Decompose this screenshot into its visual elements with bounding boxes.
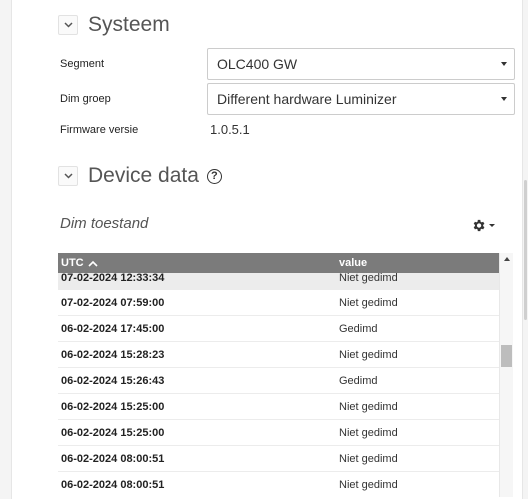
value-cell: Niet gedimd (339, 349, 398, 361)
value-cell: Niet gedimd (339, 272, 398, 284)
collapse-chevron-icon[interactable] (58, 15, 78, 35)
value-column-header[interactable]: value (339, 257, 367, 269)
grid-header: UTC value (58, 253, 499, 273)
scroll-up-arrow-icon[interactable] (504, 257, 510, 261)
utc-cell: 06-02-2024 08:00:51 (61, 479, 165, 491)
systeem-section-header[interactable]: Systeem (58, 13, 170, 37)
dim-groep-select-value: Different hardware Luminizer (217, 91, 397, 107)
dim-groep-select[interactable]: Different hardware Luminizer (207, 83, 515, 115)
segment-label: Segment (60, 58, 105, 70)
utc-column-header[interactable]: UTC (61, 257, 98, 269)
segment-select-value: OLC400 GW (217, 56, 298, 72)
table-row[interactable]: 06-02-2024 15:25:00 Niet gedimd (58, 394, 499, 420)
value-cell: Niet gedimd (339, 453, 398, 465)
page-scrollbar-thumb[interactable] (524, 180, 527, 320)
grid-scrollbar-thumb[interactable] (501, 345, 512, 367)
caret-down-icon (501, 97, 507, 101)
dim-groep-label: Dim groep (60, 93, 111, 105)
segment-select[interactable]: OLC400 GW (207, 48, 515, 80)
grid-scrollbar[interactable] (499, 253, 513, 497)
caret-down-icon (489, 224, 495, 227)
firmware-value: 1.0.5.1 (210, 122, 250, 137)
table-row[interactable]: 06-02-2024 15:26:43 Gedimd (58, 368, 499, 394)
utc-cell: 06-02-2024 15:25:00 (61, 427, 165, 439)
value-cell: Niet gedimd (339, 401, 398, 413)
table-row[interactable]: 07-02-2024 07:59:00 Niet gedimd (58, 290, 499, 316)
systeem-title: Systeem (88, 13, 170, 36)
table-row[interactable]: 06-02-2024 15:25:00 Niet gedimd (58, 420, 499, 446)
collapse-chevron-icon[interactable] (58, 166, 78, 186)
chevron-up-icon (88, 260, 98, 267)
utc-cell: 06-02-2024 15:28:23 (61, 349, 165, 361)
value-cell: Gedimd (339, 375, 378, 387)
table-row[interactable]: 06-02-2024 08:00:51 Niet gedimd (58, 446, 499, 472)
device-data-title: Device data (88, 164, 199, 187)
table-row[interactable]: 06-02-2024 15:28:23 Niet gedimd (58, 342, 499, 368)
grid-body: 07-02-2024 12:33:34 Niet gedimd 07-02-2024… (58, 265, 499, 497)
dim-toestand-title: Dim toestand (60, 215, 149, 232)
dim-toestand-grid: UTC value 07-02-2024 12:33:34 Niet gedimd… (58, 253, 499, 497)
utc-cell: 06-02-2024 17:45:00 (61, 323, 165, 335)
firmware-label: Firmware versie (60, 124, 139, 136)
value-cell: Gedimd (339, 323, 378, 335)
utc-cell: 07-02-2024 12:33:34 (61, 272, 165, 284)
gear-icon (473, 219, 485, 232)
page-scrollbar[interactable] (522, 0, 528, 499)
grid-settings-button[interactable] (471, 218, 495, 233)
value-cell: Niet gedimd (339, 427, 398, 439)
utc-cell: 07-02-2024 07:59:00 (61, 297, 165, 309)
utc-cell: 06-02-2024 15:26:43 (61, 375, 165, 387)
utc-cell: 06-02-2024 15:25:00 (61, 401, 165, 413)
value-cell: Niet gedimd (339, 479, 398, 491)
table-row[interactable]: 06-02-2024 08:00:51 Niet gedimd (58, 472, 499, 497)
left-sidebar-edge (0, 0, 12, 499)
value-cell: Niet gedimd (339, 297, 398, 309)
table-row[interactable]: 06-02-2024 17:45:00 Gedimd (58, 316, 499, 342)
question-circle-icon[interactable]: ? (206, 168, 222, 184)
utc-cell: 06-02-2024 08:00:51 (61, 453, 165, 465)
caret-down-icon (501, 62, 507, 66)
device-data-section-header[interactable]: Device data ? (58, 164, 222, 188)
